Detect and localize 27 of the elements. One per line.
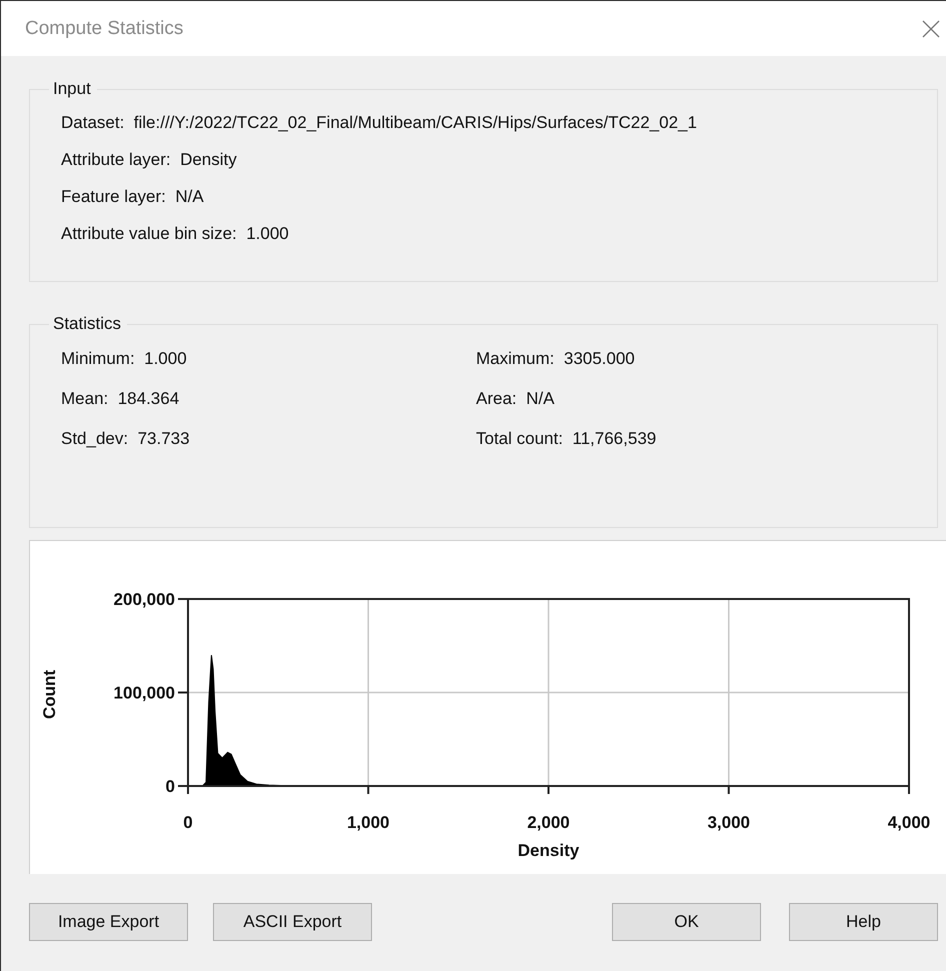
dialog-button[interactable]: Help xyxy=(789,903,938,941)
dialog-button[interactable]: ASCII Export xyxy=(213,903,372,941)
x-axis-title: Density xyxy=(518,841,580,860)
x-tick-label: 1,000 xyxy=(346,813,390,832)
statistic-text: Maximum: 3305.000 xyxy=(476,348,636,370)
input-info-text: Dataset: file:///Y:/2022/TC22_02_Final/Multibeam/CARIS/Hips/Surfaces/TC22_02_1 xyxy=(61,112,698,134)
x-tick-label: 2,000 xyxy=(527,813,570,832)
y-tick-label: 0 xyxy=(166,777,175,796)
input-info-text: Attribute layer: Density xyxy=(61,149,238,171)
group-title: Input xyxy=(49,79,97,99)
statistic-text: Std_dev: 73.733 xyxy=(61,428,191,450)
y-axis-title: Count xyxy=(40,670,59,720)
input-info-text: Attribute value bin size: 1.000 xyxy=(61,223,290,245)
close-icon[interactable] xyxy=(922,20,940,38)
dialog-button[interactable]: Image Export xyxy=(29,903,188,941)
statistic-text: Mean: 184.364 xyxy=(61,388,180,410)
window-title: Compute Statistics xyxy=(25,18,184,40)
statistic-text: Total count: 11,766,539 xyxy=(476,428,658,450)
dialog-button[interactable]: OK xyxy=(612,903,761,941)
x-tick-label: 3,000 xyxy=(707,813,750,832)
input-info-text: Feature layer: N/A xyxy=(61,186,205,208)
statistic-text: Area: N/A xyxy=(476,388,556,410)
y-tick-label: 200,000 xyxy=(114,590,175,609)
y-tick-label: 100,000 xyxy=(114,684,175,702)
statistic-text: Minimum: 1.000 xyxy=(61,348,188,370)
x-tick-label: 4,000 xyxy=(888,813,930,832)
x-tick-label: 0 xyxy=(183,813,193,832)
